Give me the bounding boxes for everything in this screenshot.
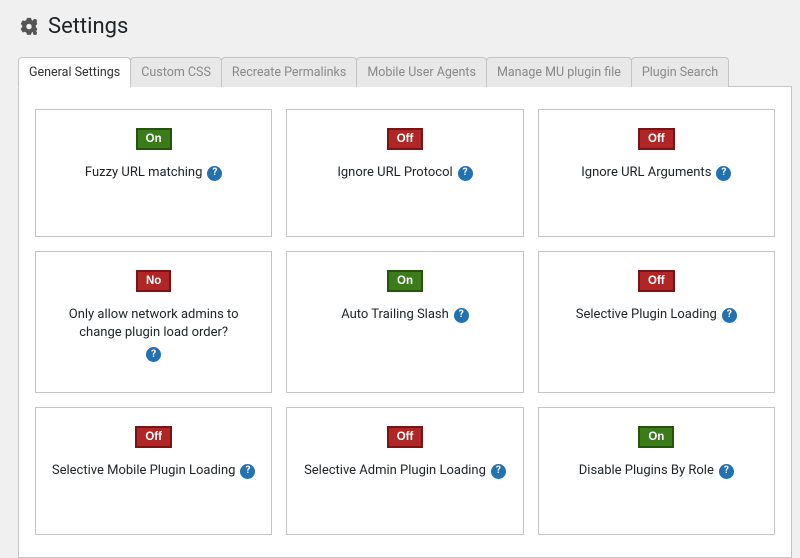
tab-manage-mu-plugin[interactable]: Manage MU plugin file [486,57,632,87]
toggle-auto-trailing-slash[interactable]: On [387,270,423,292]
page-header: Settings [0,0,800,57]
tab-general-settings[interactable]: General Settings [18,57,131,88]
gear-icon [18,16,40,38]
help-icon[interactable]: ? [240,464,255,479]
card-ignore-url-protocol: Off Ignore URL Protocol ? [286,109,523,237]
help-icon[interactable]: ? [458,166,473,181]
toggle-selective-plugin-loading[interactable]: Off [638,270,675,292]
page-title: Settings [48,14,128,39]
card-selective-mobile-plugin-loading: Off Selective Mobile Plugin Loading ? [35,407,272,535]
label-selective-mobile-plugin-loading: Selective Mobile Plugin Loading ? [52,462,256,480]
card-network-admins-load-order: No Only allow network admins to change p… [35,251,272,393]
help-icon[interactable]: ? [716,166,731,181]
help-icon[interactable]: ? [146,347,161,362]
label-fuzzy-url-matching: Fuzzy URL matching ? [85,164,222,182]
help-icon[interactable]: ? [454,308,469,323]
card-disable-plugins-by-role: On Disable Plugins By Role ? [538,407,775,535]
card-ignore-url-arguments: Off Ignore URL Arguments ? [538,109,775,237]
card-fuzzy-url-matching: On Fuzzy URL matching ? [35,109,272,237]
help-icon[interactable]: ? [722,308,737,323]
label-auto-trailing-slash: Auto Trailing Slash ? [341,306,469,324]
card-selective-admin-plugin-loading: Off Selective Admin Plugin Loading ? [286,407,523,535]
toggle-ignore-url-arguments[interactable]: Off [638,128,675,150]
card-selective-plugin-loading: Off Selective Plugin Loading ? [538,251,775,393]
tab-recreate-permalinks[interactable]: Recreate Permalinks [221,57,357,87]
tab-bar: General Settings Custom CSS Recreate Per… [0,57,800,87]
help-icon[interactable]: ? [491,464,506,479]
card-auto-trailing-slash: On Auto Trailing Slash ? [286,251,523,393]
label-disable-plugins-by-role: Disable Plugins By Role ? [579,462,734,480]
help-icon[interactable]: ? [207,166,222,181]
label-selective-plugin-loading: Selective Plugin Loading ? [576,306,737,324]
toggle-fuzzy-url-matching[interactable]: On [136,128,172,150]
label-ignore-url-arguments: Ignore URL Arguments ? [581,164,731,182]
tab-plugin-search[interactable]: Plugin Search [631,57,729,87]
settings-grid: On Fuzzy URL matching ? Off Ignore URL P… [35,109,775,535]
toggle-selective-admin-plugin-loading[interactable]: Off [387,426,424,448]
settings-panel: On Fuzzy URL matching ? Off Ignore URL P… [18,86,792,558]
tab-custom-css[interactable]: Custom CSS [130,57,222,87]
tab-mobile-user-agents[interactable]: Mobile User Agents [356,57,487,87]
toggle-network-admins-load-order[interactable]: No [136,270,171,292]
label-network-admins-load-order: Only allow network admins to change plug… [46,306,261,362]
toggle-selective-mobile-plugin-loading[interactable]: Off [135,426,172,448]
help-icon[interactable]: ? [719,464,734,479]
toggle-ignore-url-protocol[interactable]: Off [387,128,424,150]
label-ignore-url-protocol: Ignore URL Protocol ? [337,164,472,182]
toggle-disable-plugins-by-role[interactable]: On [638,426,674,448]
label-selective-admin-plugin-loading: Selective Admin Plugin Loading ? [304,462,506,480]
